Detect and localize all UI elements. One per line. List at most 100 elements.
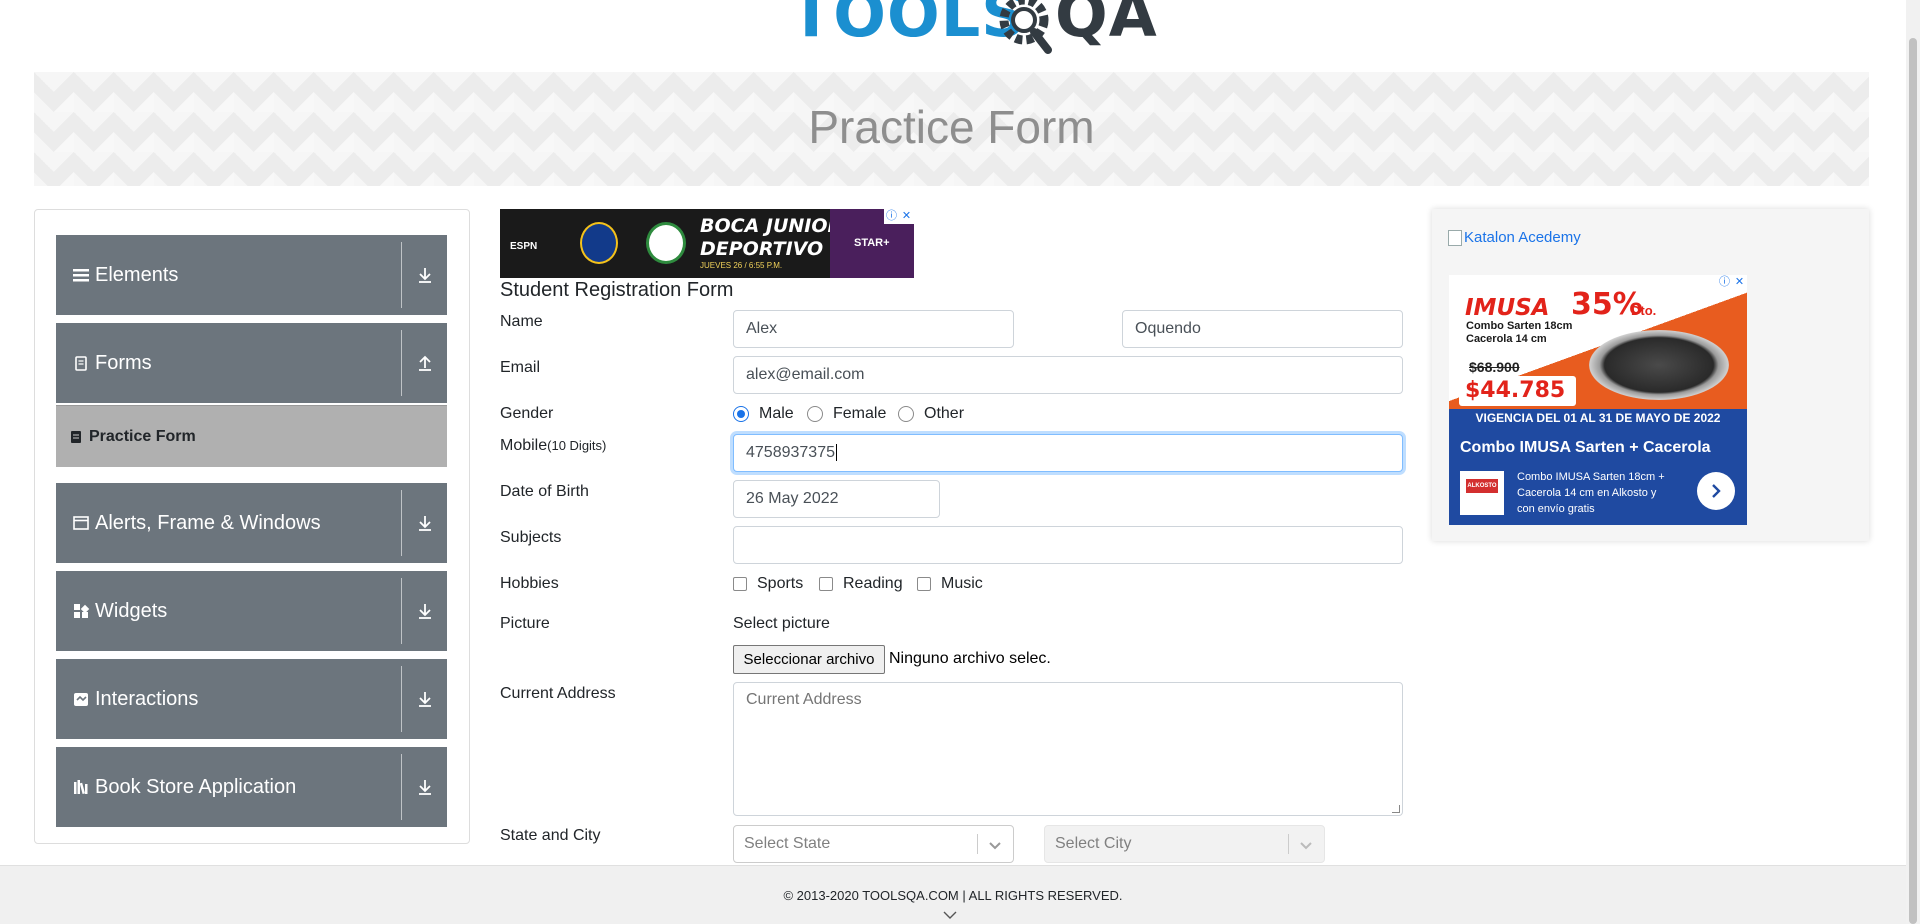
ad-next-button[interactable] xyxy=(1697,472,1735,510)
sports-ad-banner[interactable]: ESPN BOCA JUNIORS DEPORTIVO CALI JUEVES … xyxy=(500,209,914,278)
katalon-alt-text: Katalon Acedemy xyxy=(1464,229,1581,246)
expand-toggle[interactable] xyxy=(402,571,447,651)
checkbox-icon[interactable] xyxy=(733,577,747,591)
sidebar-group-label: Book Store Application xyxy=(95,776,297,798)
radio-unchecked-icon[interactable] xyxy=(807,406,823,422)
window-icon xyxy=(73,516,89,530)
city-select[interactable]: Select City xyxy=(1044,825,1325,863)
state-placeholder: Select State xyxy=(744,835,831,852)
checkbox-label: Sports xyxy=(757,575,804,592)
text-caret xyxy=(835,444,837,462)
toolsqa-logo[interactable]: TOOLS QA xyxy=(790,0,1157,64)
download-arrow-icon xyxy=(418,780,431,795)
dob-input[interactable]: 26 May 2022 xyxy=(733,480,940,518)
ad-body: Combo IMUSA Sarten 18cm + Cacerola 14 cm… xyxy=(1517,471,1665,515)
scrollbar-thumb[interactable] xyxy=(1909,38,1917,924)
radio-unchecked-icon[interactable] xyxy=(898,406,914,422)
chevron-down-icon[interactable] xyxy=(1296,835,1316,855)
ad-product-desc: Combo Sarten 18cm Cacerola 14 cm xyxy=(1466,320,1573,345)
current-address-textarea[interactable]: Current Address xyxy=(733,682,1403,816)
ad-headline: Combo IMUSA Sarten + Cacerola xyxy=(1460,439,1711,456)
sidebar-group-interactions[interactable]: Interactions xyxy=(56,659,447,739)
mobile-label-text: Mobile xyxy=(500,437,548,454)
imusa-ad[interactable]: IMUSA 35% Dto. Combo Sarten 18cm Cacerol… xyxy=(1449,275,1747,525)
chevron-down-icon[interactable] xyxy=(985,835,1005,855)
dob-label: Date of Birth xyxy=(500,483,589,500)
resize-handle[interactable] xyxy=(1392,805,1400,813)
gender-radio-male[interactable]: Male xyxy=(733,405,794,423)
radio-label: Male xyxy=(759,405,794,422)
name-label: Name xyxy=(500,313,543,330)
subjects-label: Subjects xyxy=(500,529,562,546)
checkbox-icon[interactable] xyxy=(819,577,833,591)
gender-radio-female[interactable]: Female xyxy=(807,405,886,423)
address-label: Current Address xyxy=(500,685,616,702)
last-name-input[interactable]: Oquendo xyxy=(1122,310,1403,348)
state-select[interactable]: Select State xyxy=(733,825,1014,863)
choose-file-button[interactable]: Seleccionar archivo xyxy=(733,645,885,674)
sidebar-group-label: Forms xyxy=(95,352,152,374)
select-separator xyxy=(1288,834,1289,854)
ad-date: JUEVES 26 / 6:55 P.M. xyxy=(700,261,783,270)
store-logo: ALKOSTO xyxy=(1460,471,1504,515)
hobby-checkbox-sports[interactable]: Sports xyxy=(733,575,803,593)
subjects-input[interactable] xyxy=(733,526,1403,564)
expand-toggle[interactable] xyxy=(402,659,447,739)
gender-label: Gender xyxy=(500,405,554,422)
document-icon xyxy=(75,356,87,371)
katalon-ad-link[interactable]: Katalon Acedemy xyxy=(1448,229,1581,246)
sidebar-group-label: Interactions xyxy=(95,688,199,710)
download-arrow-icon xyxy=(418,268,431,283)
sidebar-group-forms[interactable]: Forms xyxy=(56,323,447,403)
ad-info-icon[interactable]: ⓘ xyxy=(884,209,899,224)
page-title: Practice Form xyxy=(808,101,1095,153)
ad-info-icon[interactable]: ⓘ xyxy=(1717,275,1732,290)
download-arrow-icon xyxy=(418,604,431,619)
hobby-checkbox-music[interactable]: Music xyxy=(917,575,983,593)
ad-service-text: STAR+ xyxy=(854,237,890,249)
picture-label: Picture xyxy=(500,615,550,632)
expand-toggle[interactable] xyxy=(402,483,447,563)
mobile-value: 4758937375 xyxy=(746,444,835,461)
email-input[interactable]: alex@email.com xyxy=(733,356,1403,394)
mobile-input[interactable]: 4758937375 xyxy=(733,434,1403,472)
sidebar-group-book-store[interactable]: Book Store Application xyxy=(56,747,447,827)
close-icon[interactable]: ✕ xyxy=(899,209,914,224)
select-picture-text: Select picture xyxy=(733,615,830,632)
store-logo-text: ALKOSTO xyxy=(1466,479,1498,493)
page-scrollbar[interactable] xyxy=(1906,0,1920,924)
expand-toggle[interactable] xyxy=(402,747,447,827)
hobby-checkbox-reading[interactable]: Reading xyxy=(819,575,903,593)
sidebar-group-label: Elements xyxy=(95,264,179,286)
footer: © 2013-2020 TOOLSQA.COM | ALL RIGHTS RES… xyxy=(0,865,1906,924)
checkbox-icon[interactable] xyxy=(917,577,931,591)
logo-text-qa: QA xyxy=(1055,0,1158,51)
select-separator xyxy=(977,834,978,854)
upload-arrow-icon xyxy=(418,355,431,371)
pan-image xyxy=(1589,330,1729,400)
sidebar-group-widgets[interactable]: Widgets xyxy=(56,571,447,651)
right-ad-panel: Katalon Acedemy IMUSA 35% Dto. Combo Sar… xyxy=(1432,209,1869,541)
page-banner: Practice Form xyxy=(34,72,1869,186)
gender-radio-other[interactable]: Other xyxy=(898,405,964,423)
sidebar-item-practice-form[interactable]: Practice Form xyxy=(56,405,447,467)
first-name-input[interactable]: Alex xyxy=(733,310,1014,348)
ad-brand: IMUSA xyxy=(1465,295,1550,321)
ad-validity: VIGENCIA DEL 01 AL 31 DE MAYO DE 2022 xyxy=(1475,411,1721,425)
broken-image-icon xyxy=(1448,229,1462,246)
close-icon[interactable]: ✕ xyxy=(1732,275,1747,290)
sidebar-group-label: Alerts, Frame & Windows xyxy=(95,512,321,534)
chevron-down-icon[interactable] xyxy=(942,910,958,920)
collapse-toggle[interactable] xyxy=(402,323,447,403)
sidebar-group-elements[interactable]: Elements xyxy=(56,235,447,315)
expand-toggle[interactable] xyxy=(402,235,447,315)
team-crest-cali xyxy=(646,222,686,264)
radio-label: Female xyxy=(833,405,887,422)
checkbox-label: Reading xyxy=(843,575,903,592)
sidebar-group-alerts[interactable]: Alerts, Frame & Windows xyxy=(56,483,447,563)
radio-label: Other xyxy=(924,405,965,422)
hamburger-icon xyxy=(73,269,89,282)
team-crest-boca xyxy=(580,222,618,264)
radio-checked-icon[interactable] xyxy=(733,406,749,422)
state-city-label: State and City xyxy=(500,827,601,844)
